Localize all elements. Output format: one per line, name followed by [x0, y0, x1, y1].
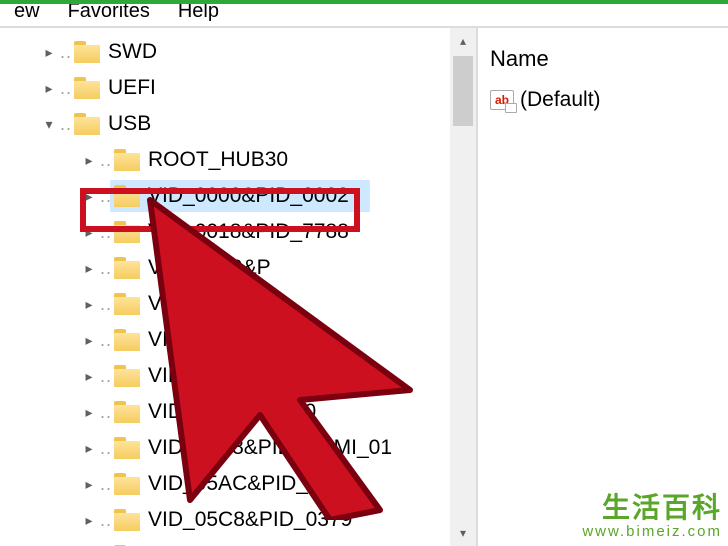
menubar: ew Favorites Help [0, 0, 728, 28]
watermark-url: www.bimeiz.com [582, 524, 722, 541]
tree-node-usb[interactable]: ▾ .. USB [0, 106, 452, 142]
tree-label: VID_04B8&PID_ [148, 364, 304, 388]
chevron-right-icon[interactable]: ▸ [80, 296, 98, 313]
column-header-name[interactable]: Name [490, 46, 716, 88]
tree-label: VID_05C8&PID_0379 [148, 508, 352, 532]
tree-node-child[interactable]: ▸ .. VID_05AC&PID_12A [0, 466, 452, 502]
tree-connector: .. [60, 114, 72, 135]
folder-icon [114, 509, 140, 531]
tree-node-selected[interactable]: ▸ .. VID_0000&PID_0002 [0, 178, 452, 214]
folder-icon [114, 185, 140, 207]
chevron-right-icon[interactable]: ▸ [80, 260, 98, 277]
tree-label: SWD [108, 40, 157, 64]
folder-icon [114, 401, 140, 423]
tree-connector: .. [100, 186, 112, 207]
tree-node-uefi[interactable]: ▸ .. UEFI [0, 70, 452, 106]
content-area: ▸ .. SWD ▸ .. UEFI ▾ .. USB ▸ .. [0, 28, 728, 546]
scroll-up-button[interactable]: ▴ [450, 28, 476, 54]
tree-connector: .. [60, 42, 72, 63]
tree-node-child[interactable]: ▸ .. VID_04B8&PID_ [0, 358, 452, 394]
tree-connector: .. [100, 366, 112, 387]
tree-node-child[interactable]: ▸ .. ROOT_HUB30 [0, 142, 452, 178]
tree-label: VID_0000&PID_0002 [148, 184, 349, 208]
watermark: 生活百科 www.bimeiz.com [582, 493, 722, 540]
folder-icon [114, 473, 140, 495]
folder-icon [114, 221, 140, 243]
chevron-right-icon[interactable]: ▸ [80, 404, 98, 421]
values-pane: Name ab (Default) [478, 28, 728, 546]
tree-node-child[interactable]: ▸ .. VID_03F0&P [0, 286, 452, 322]
folder-icon [74, 41, 100, 63]
tree-connector: .. [60, 78, 72, 99]
folder-icon [114, 329, 140, 351]
tree-label: VID_03F0&P [148, 292, 271, 316]
registry-tree[interactable]: ▸ .. SWD ▸ .. UEFI ▾ .. USB ▸ .. [0, 34, 452, 546]
chevron-right-icon[interactable]: ▸ [40, 80, 58, 97]
tree-connector: .. [100, 402, 112, 423]
string-value-icon: ab [490, 90, 514, 110]
tree-node-child[interactable]: ▸ .. VID_03F0&P [0, 250, 452, 286]
chevron-right-icon[interactable]: ▸ [80, 440, 98, 457]
tree-connector: .. [100, 330, 112, 351]
vertical-scrollbar[interactable]: ▴ ▾ [450, 28, 476, 546]
tree-connector: .. [100, 258, 112, 279]
value-row-default[interactable]: ab (Default) [490, 88, 716, 112]
chevron-right-icon[interactable]: ▸ [80, 368, 98, 385]
window-accent-border [0, 0, 728, 4]
tree-connector: .. [100, 222, 112, 243]
tree-node-swd[interactable]: ▸ .. SWD [0, 34, 452, 70]
folder-icon [74, 113, 100, 135]
folder-icon [114, 293, 140, 315]
chevron-right-icon[interactable]: ▸ [80, 188, 98, 205]
tree-node-child[interactable]: ▸ .. VID_03F0&PI [0, 322, 452, 358]
tree-label: VID_05AC&PID_12A [148, 472, 345, 496]
tree-connector: .. [100, 510, 112, 531]
tree-label: UEFI [108, 76, 156, 100]
chevron-right-icon[interactable]: ▸ [40, 44, 58, 61]
tree-node-child[interactable]: ▸ .. VID_05C8&PID_0379&MI_00 [0, 538, 452, 546]
tree-label: VID_03F0&PI [148, 328, 276, 352]
tree-label: VID_04B8&PID_0 [148, 400, 316, 424]
tree-connector: .. [100, 294, 112, 315]
tree-label: VID_03F0&P [148, 256, 271, 280]
folder-icon [114, 365, 140, 387]
chevron-right-icon[interactable]: ▸ [80, 152, 98, 169]
chevron-right-icon[interactable]: ▸ [80, 332, 98, 349]
tree-node-child[interactable]: ▸ .. VID_0018&PID_7788 [0, 214, 452, 250]
tree-connector: .. [100, 438, 112, 459]
scroll-down-button[interactable]: ▾ [450, 520, 476, 546]
folder-icon [114, 437, 140, 459]
tree-connector: .. [100, 150, 112, 171]
chevron-right-icon[interactable]: ▸ [80, 476, 98, 493]
tree-node-child[interactable]: ▸ .. VID_04B8&PID_0 [0, 394, 452, 430]
folder-icon [74, 77, 100, 99]
folder-icon [114, 149, 140, 171]
folder-icon [114, 257, 140, 279]
tree-label: ROOT_HUB30 [148, 148, 288, 172]
tree-label: VID_0018&PID_7788 [148, 220, 349, 244]
watermark-title: 生活百科 [582, 493, 722, 524]
value-name: (Default) [520, 88, 601, 112]
tree-node-child[interactable]: ▸ .. VID_04B8&PID_08 MI_01 [0, 430, 452, 466]
tree-node-child[interactable]: ▸ .. VID_05C8&PID_0379 [0, 502, 452, 538]
tree-label: USB [108, 112, 151, 136]
chevron-right-icon[interactable]: ▸ [80, 224, 98, 241]
chevron-right-icon[interactable]: ▸ [80, 512, 98, 529]
scroll-thumb[interactable] [453, 56, 473, 126]
tree-label: VID_04B8&PID_08 MI_01 [148, 436, 392, 460]
tree-pane: ▸ .. SWD ▸ .. UEFI ▾ .. USB ▸ .. [0, 28, 478, 546]
chevron-down-icon[interactable]: ▾ [40, 116, 58, 133]
tree-connector: .. [100, 474, 112, 495]
